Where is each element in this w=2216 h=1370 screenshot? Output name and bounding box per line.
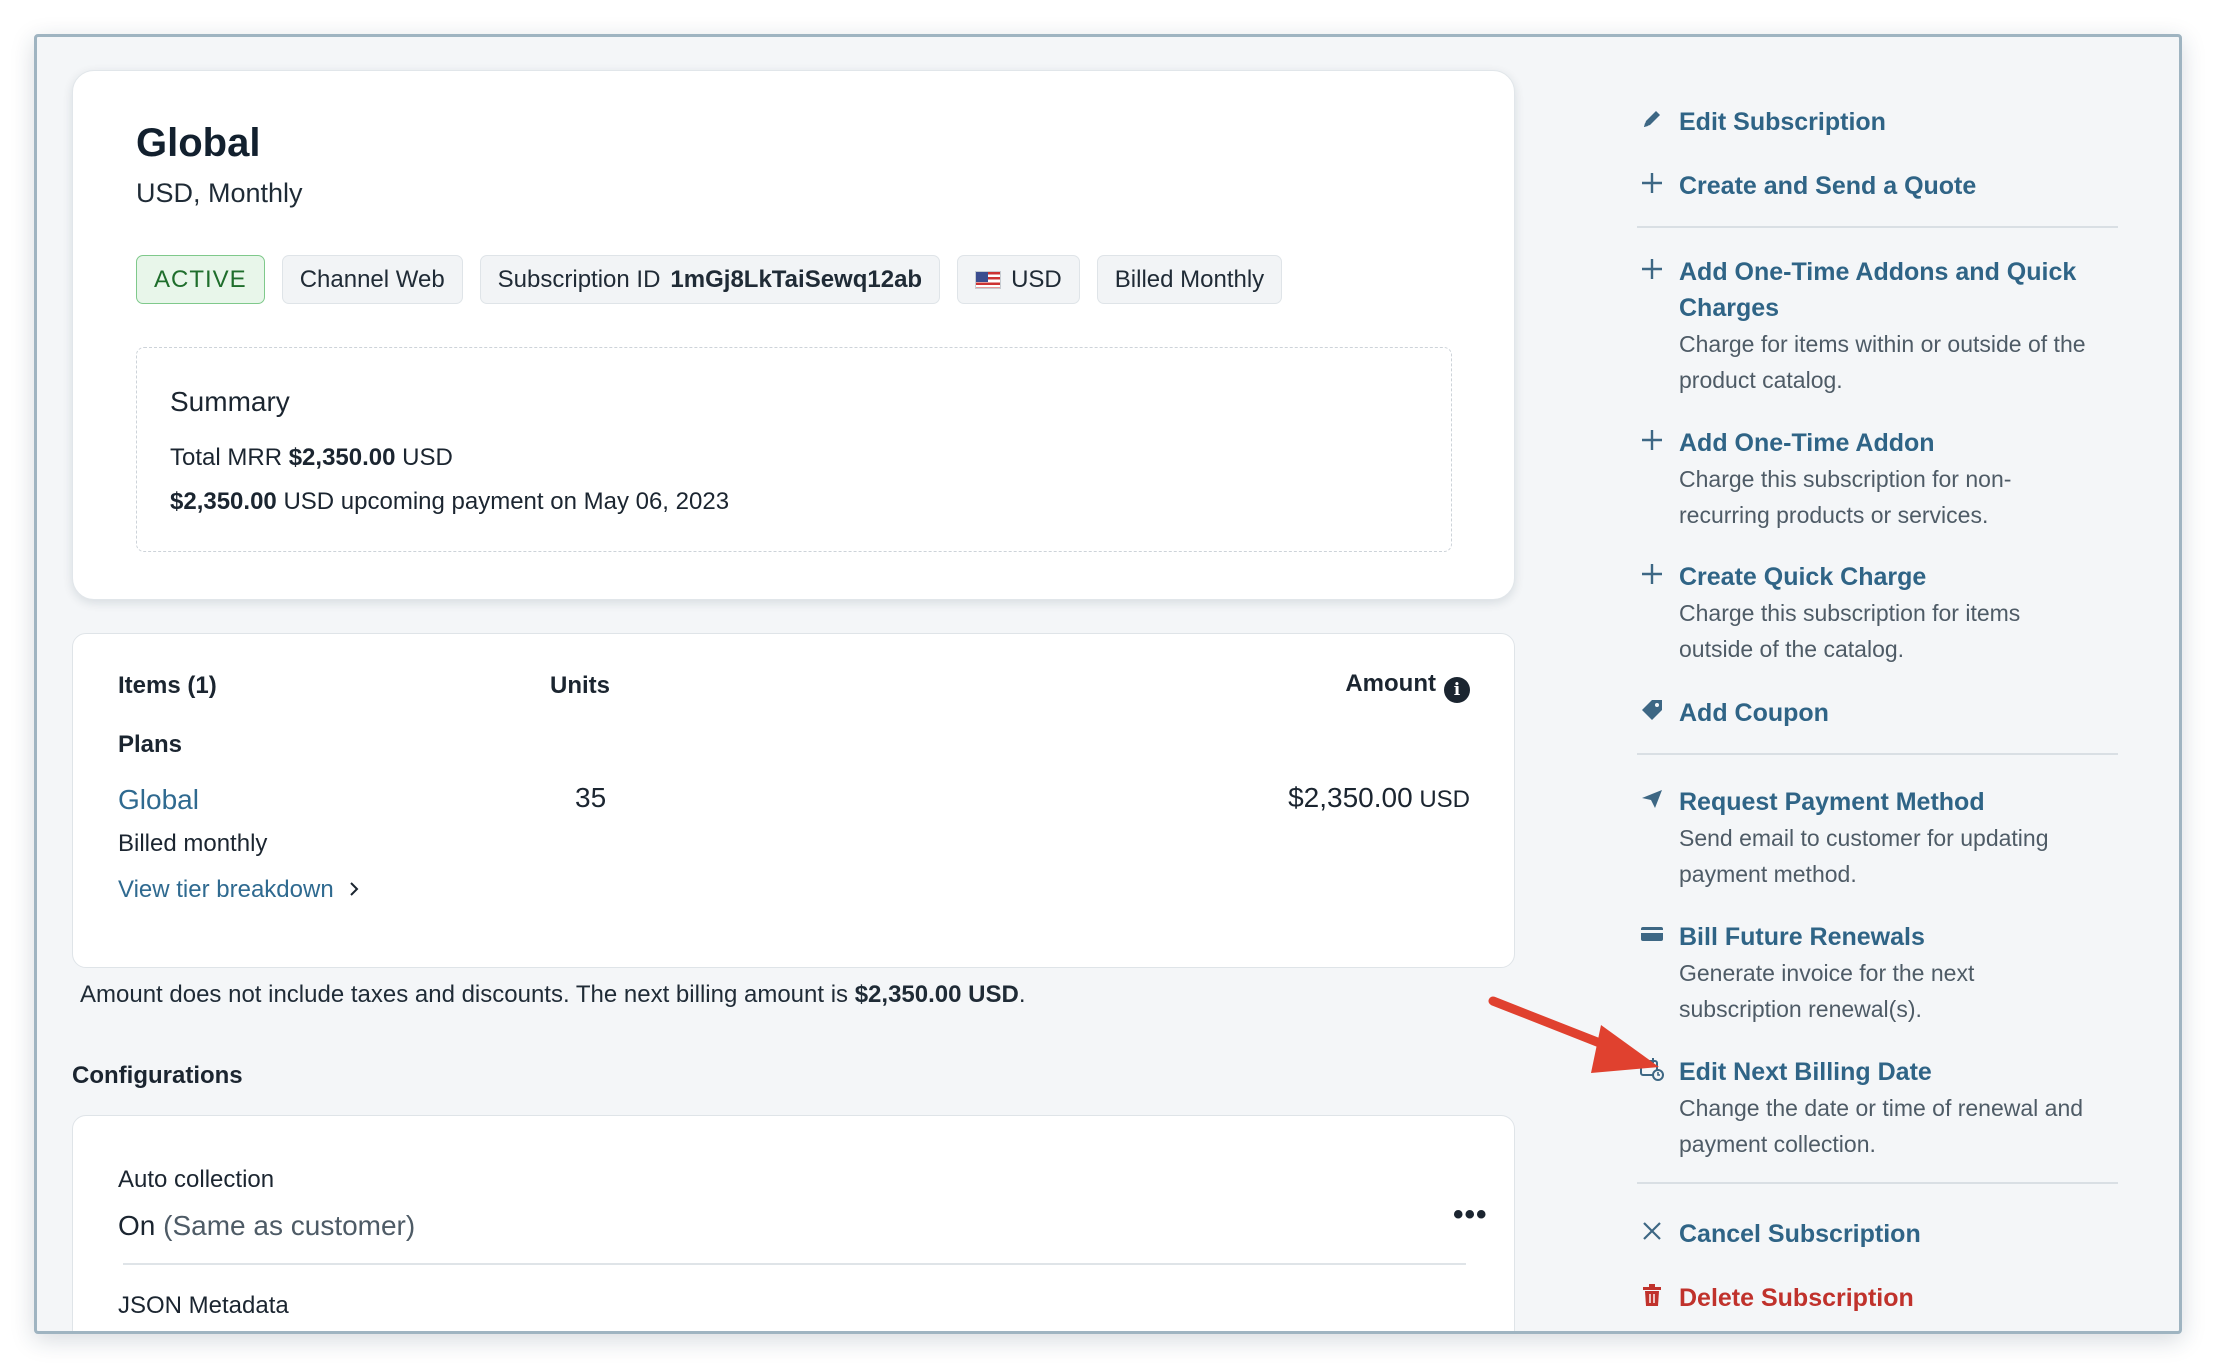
plans-section-title: Plans <box>118 731 183 758</box>
one-time-addon-desc-2: recurring products or services. <box>1679 502 1989 528</box>
bill-future-desc-1: Generate invoice for the next <box>1679 960 1975 986</box>
addons-charges-label-2: Charges <box>1679 294 1780 322</box>
note-text: Amount does not include taxes and discou… <box>80 981 849 1008</box>
more-icon[interactable]: ••• <box>1453 1198 1488 1232</box>
page-subtitle: USD, Monthly <box>136 178 303 208</box>
items-column-header: Items (1) <box>118 672 217 699</box>
billing-note: Amount does not include taxes and discou… <box>80 981 1025 1009</box>
summary-title: Summary <box>170 386 290 417</box>
actions-divider <box>1637 1182 2118 1184</box>
edit-billing-date-label: Edit Next Billing Date <box>1679 1058 1932 1086</box>
plan-amount: $2,350.00 USD <box>1288 782 1470 814</box>
auto-collection-state: On <box>118 1210 156 1241</box>
auto-collection-label: Auto collection <box>118 1166 275 1193</box>
status-badge: ACTIVE <box>136 255 265 304</box>
badge-row: ACTIVE Channel Web Subscription ID 1mGj8… <box>136 255 1283 304</box>
auto-collection-value: On (Same as customer) <box>118 1210 415 1242</box>
plan-name-link[interactable]: Global <box>118 784 199 816</box>
summary-upcoming: $2,350.00 USD upcoming payment on May 06… <box>170 488 729 516</box>
quick-charge-desc-1: Charge this subscription for items <box>1679 600 2021 626</box>
configurations-card: Auto collection On (Same as customer) ••… <box>72 1115 1515 1331</box>
add-coupon-label: Add Coupon <box>1679 699 1829 727</box>
tier-link-label: View tier breakdown <box>118 876 334 903</box>
summary-box: Summary Total MRR $2,350.00 USD $2,350.0… <box>136 347 1452 552</box>
view-tier-breakdown-link[interactable]: View tier breakdown <box>118 876 360 904</box>
actions-divider <box>1637 226 2118 228</box>
edit-billing-date-desc-2: payment collection. <box>1679 1131 1876 1157</box>
upcoming-text: USD upcoming payment on May 06, 2023 <box>283 488 730 515</box>
mrr-label: Total MRR <box>170 444 283 471</box>
plus-icon <box>1637 168 1667 198</box>
currency-badge: USD <box>957 255 1080 304</box>
plus-icon <box>1637 559 1667 589</box>
delete-subscription-label: Delete Subscription <box>1679 1284 1914 1312</box>
cancel-subscription-label: Cancel Subscription <box>1679 1220 1921 1248</box>
chevron-right-icon <box>348 876 360 903</box>
note-amount: $2,350.00 USD <box>854 981 1019 1008</box>
request-payment-desc-2: payment method. <box>1679 861 1857 887</box>
request-payment-desc-1: Send email to customer for updating <box>1679 825 2049 851</box>
plan-billing: Billed monthly <box>118 830 268 857</box>
page-title: Global <box>136 121 261 165</box>
items-card: Items (1) Units Amount i Plans Global Bil… <box>72 633 1515 968</box>
flag-us-icon <box>975 270 1002 289</box>
currency-label: USD <box>1011 265 1062 293</box>
auto-collection-note: (Same as customer) <box>163 1210 416 1241</box>
amount-header-label: Amount <box>1345 670 1436 697</box>
tag-icon <box>1637 695 1667 725</box>
json-metadata-label: JSON Metadata <box>118 1292 289 1319</box>
close-icon <box>1637 1216 1667 1246</box>
amount-column-header: Amount i <box>1345 670 1470 703</box>
addons-charges-desc-2: product catalog. <box>1679 367 1843 393</box>
annotation-arrow-icon <box>1488 996 1659 1073</box>
plan-amount-currency: USD <box>1419 786 1470 813</box>
quick-charge-label: Create Quick Charge <box>1679 563 1927 591</box>
plus-icon <box>1637 254 1667 284</box>
create-quote-label: Create and Send a Quote <box>1679 172 1977 200</box>
edit-billing-date-desc-1: Change the date or time of renewal and <box>1679 1095 2084 1121</box>
billing-badge: Billed Monthly <box>1096 255 1283 304</box>
trash-icon <box>1637 1280 1667 1310</box>
plan-units: 35 <box>575 782 607 813</box>
one-time-addon-desc-1: Charge this subscription for non- <box>1679 466 2012 492</box>
subscription-id-label: Subscription ID <box>497 265 661 293</box>
mrr-value: $2,350.00 <box>288 444 396 471</box>
subscription-id-value: 1mGj8LkTaiSewq12ab <box>670 265 923 293</box>
addons-charges-label: Add One-Time Addons and Quick <box>1679 258 2077 286</box>
addons-charges-desc-1: Charge for items within or outside of th… <box>1679 331 2086 357</box>
app-frame: Global USD, Monthly ACTIVE Channel Web S… <box>34 34 2182 1334</box>
pencil-icon <box>1637 104 1667 134</box>
note-end: . <box>1018 981 1026 1008</box>
one-time-addon-label: Add One-Time Addon <box>1679 429 1935 457</box>
info-icon[interactable]: i <box>1444 677 1470 703</box>
edit-subscription-label: Edit Subscription <box>1679 108 1886 136</box>
units-column-header: Units <box>550 672 610 699</box>
summary-mrr: Total MRR $2,350.00 USD <box>170 444 453 472</box>
subscription-header-card: Global USD, Monthly ACTIVE Channel Web S… <box>72 70 1515 600</box>
card-icon <box>1637 919 1667 949</box>
send-icon <box>1637 784 1667 814</box>
bill-future-label: Bill Future Renewals <box>1679 923 1925 951</box>
plus-icon <box>1637 425 1667 455</box>
configurations-title: Configurations <box>72 1062 243 1089</box>
config-divider <box>123 1263 1466 1265</box>
mrr-currency: USD <box>402 444 453 471</box>
quick-charge-desc-2: outside of the catalog. <box>1679 636 1905 662</box>
bill-future-desc-2: subscription renewal(s). <box>1679 996 1922 1022</box>
channel-badge: Channel Web <box>281 255 463 304</box>
subscription-id-badge: Subscription ID 1mGj8LkTaiSewq12ab <box>479 255 941 304</box>
actions-divider <box>1637 753 2118 755</box>
request-payment-label: Request Payment Method <box>1679 788 1985 816</box>
plan-amount-value: $2,350.00 <box>1288 782 1413 813</box>
upcoming-value: $2,350.00 <box>170 488 277 515</box>
